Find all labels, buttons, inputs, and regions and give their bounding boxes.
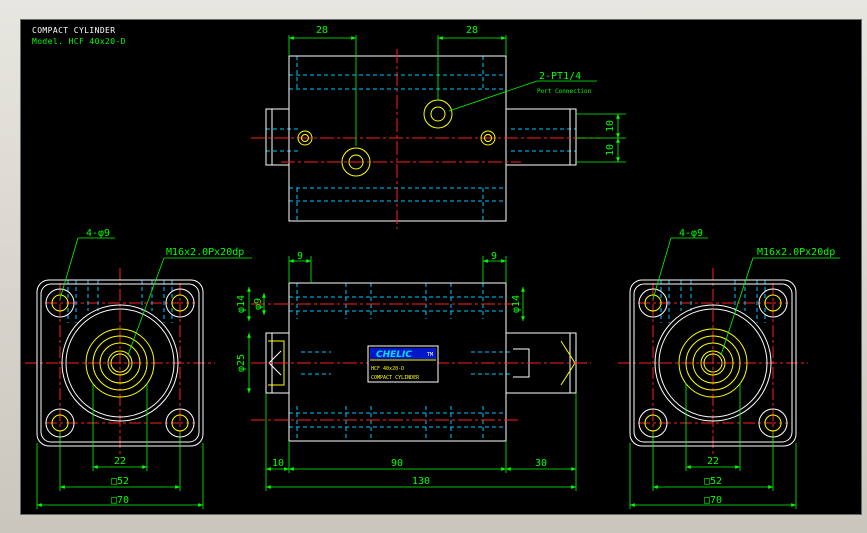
left-dim-outer: □70 xyxy=(111,495,129,506)
front-dim-c: 30 xyxy=(535,458,547,469)
front-view: CHELIC TM HCF 40x20-D COMPACT CYLINDER 9… xyxy=(236,251,591,491)
right-dim-mid: □52 xyxy=(704,476,722,487)
nameplate-tag: TM xyxy=(427,352,433,358)
cad-drawing: 28 28 2-PT1/4 Port Connection 10 10 4-φ9… xyxy=(25,25,840,509)
nameplate-model: HCF 40x20-D xyxy=(371,366,404,372)
right-dim-outer: □70 xyxy=(704,495,722,506)
right-end-view: 4-φ9 M16x2.0Px20dp 22 □52 □70 xyxy=(618,228,840,509)
left-dim-mid: □52 xyxy=(111,476,129,487)
nameplate-name: COMPACT CYLINDER xyxy=(371,375,420,381)
front-dia-left: φ14 xyxy=(236,295,247,313)
port-label: 2-PT1/4 xyxy=(539,71,581,82)
top-dim-left: 28 xyxy=(316,25,328,36)
front-dia-rod: φ25 xyxy=(236,354,247,372)
nameplate-brand: CHELIC xyxy=(376,350,412,360)
front-dim-a: 10 xyxy=(272,458,284,469)
top-dim-v2: 10 xyxy=(605,144,616,156)
drawing-viewport[interactable]: 28 28 2-PT1/4 Port Connection 10 10 4-φ9… xyxy=(20,19,862,515)
front-dia-right: φ14 xyxy=(511,295,522,313)
left-holes-label: 4-φ9 xyxy=(86,228,110,239)
front-dia-inner: φ9 xyxy=(253,298,264,310)
right-dim-inner: 22 xyxy=(707,456,719,467)
title-line-1: COMPACT CYLINDER xyxy=(32,26,116,35)
front-dim-top-right: 9 xyxy=(491,251,497,262)
front-dim-total: 130 xyxy=(412,476,430,487)
right-thread-label: M16x2.0Px20dp xyxy=(757,247,835,258)
right-holes-label: 4-φ9 xyxy=(679,228,703,239)
port-note: Port Connection xyxy=(537,88,592,95)
left-thread-label: M16x2.0Px20dp xyxy=(166,247,244,258)
nameplate: CHELIC TM HCF 40x20-D COMPACT CYLINDER xyxy=(367,345,439,383)
front-dim-b: 90 xyxy=(391,458,403,469)
top-view: 28 28 2-PT1/4 Port Connection 10 10 xyxy=(251,25,626,229)
left-dim-inner: 22 xyxy=(114,456,126,467)
top-dim-v1: 10 xyxy=(605,120,616,132)
top-dim-right: 28 xyxy=(466,25,478,36)
front-dim-top-left: 9 xyxy=(297,251,303,262)
cad-window: 28 28 2-PT1/4 Port Connection 10 10 4-φ9… xyxy=(0,0,867,533)
left-end-view: 4-φ9 M16x2.0Px20dp 22 □52 □70 xyxy=(25,228,252,509)
title-line-2: Model. HCF 40x20-D xyxy=(32,37,126,46)
